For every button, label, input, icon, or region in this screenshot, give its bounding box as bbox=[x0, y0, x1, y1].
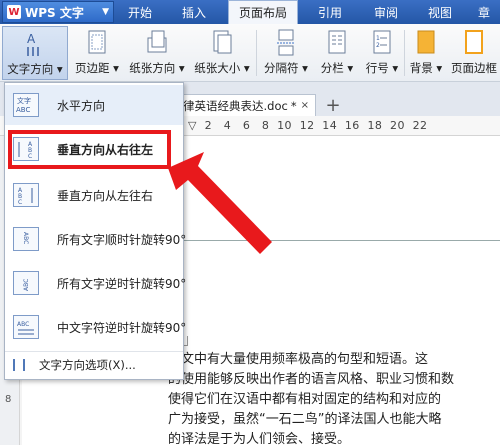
ribbon-toolbar: A 文字方向 ▾ 页边距 ▾ 纸张方向 ▾ 纸张大小 ▾ 分隔符 ▾ 分栏 ▾ … bbox=[0, 24, 500, 82]
modified-indicator: * bbox=[290, 98, 297, 113]
body-line: 广为接受，虽然“一石二鸟”的译法国人也能大略 bbox=[168, 412, 442, 427]
paper-size-icon bbox=[211, 28, 233, 56]
paper-size-button[interactable]: 纸张大小 ▾ bbox=[190, 26, 254, 80]
text-direction-icon: A bbox=[24, 29, 46, 57]
wps-logo-icon: W bbox=[7, 5, 21, 19]
menu-item-rotate-ccw[interactable]: ABC 所有文字逆时针旋转90° bbox=[5, 263, 187, 303]
background-icon bbox=[415, 28, 437, 56]
menu-item-horizontal[interactable]: 文字 ABC 水平方向 bbox=[5, 85, 183, 125]
tab-chapter[interactable]: 章 bbox=[470, 0, 498, 24]
background-button[interactable]: 背景 ▾ bbox=[406, 26, 446, 80]
app-menu-button[interactable]: W WPS 文字 ▼ bbox=[2, 1, 114, 23]
line-numbers-icon: 12 bbox=[371, 28, 393, 56]
breaks-label: 分隔符 bbox=[264, 61, 299, 75]
svg-text:2: 2 bbox=[376, 42, 380, 49]
tab-page-layout[interactable]: 页面布局 bbox=[228, 0, 298, 24]
svg-text:1: 1 bbox=[376, 35, 380, 42]
body-line: 的译法是于为人们领会、接受。 bbox=[168, 432, 351, 445]
svg-text:ABC: ABC bbox=[16, 106, 30, 114]
svg-text:ABC: ABC bbox=[23, 279, 30, 291]
margins-label: 页边距 bbox=[75, 61, 110, 75]
divider bbox=[404, 30, 405, 76]
annotation-highlight-box bbox=[8, 130, 171, 169]
chevron-down-icon: ▼ bbox=[102, 7, 109, 17]
orientation-button[interactable]: 纸张方向 ▾ bbox=[126, 26, 188, 80]
line-numbers-button[interactable]: 12 行号 ▾ bbox=[360, 26, 404, 80]
svg-text:ABC: ABC bbox=[22, 232, 29, 244]
svg-text:ABC: ABC bbox=[17, 321, 29, 328]
breaks-icon bbox=[275, 28, 297, 56]
horizontal-text-icon: 文字 ABC bbox=[13, 93, 39, 117]
menu-item-rotate-cw[interactable]: ABC 所有文字顺时针旋转90° bbox=[5, 219, 186, 259]
svg-text:文字: 文字 bbox=[17, 96, 31, 105]
orientation-label: 纸张方向 bbox=[129, 61, 176, 75]
close-tab-icon[interactable]: × bbox=[301, 100, 309, 111]
menu-item-vertical-ltr[interactable]: ABC 垂直方向从左往右 bbox=[5, 175, 183, 215]
rotate-cw-icon: ABC bbox=[13, 227, 39, 251]
tab-references[interactable]: 引用 bbox=[308, 0, 352, 24]
vruler-tick: 8 bbox=[5, 394, 12, 405]
margins-icon bbox=[86, 28, 108, 56]
new-tab-button[interactable]: + bbox=[322, 94, 344, 116]
paper-size-label: 纸张大小 bbox=[194, 61, 241, 75]
divider bbox=[256, 30, 257, 76]
columns-label: 分栏 bbox=[320, 61, 344, 75]
menu-item-label: 垂直方向从左往右 bbox=[57, 188, 154, 203]
tab-insert[interactable]: 插入 bbox=[172, 0, 216, 24]
margins-button[interactable]: 页边距 ▾ bbox=[72, 26, 122, 80]
background-label: 背景 bbox=[409, 61, 433, 75]
tab-home[interactable]: 开始 bbox=[118, 0, 162, 24]
text-options-icon bbox=[13, 358, 25, 371]
svg-text:C: C bbox=[18, 199, 22, 206]
document-body-text[interactable]: 英文中有大量使用频率极高的句型和短语。这 的使用能够反映出作者的语言风格、职业习… bbox=[168, 350, 500, 445]
columns-icon bbox=[326, 28, 348, 56]
cjk-rotate-ccw-icon: ABC bbox=[13, 315, 39, 339]
annotation-arrow-icon bbox=[168, 152, 272, 254]
menu-item-cjk-rotate-ccw[interactable]: ABC 中文字符逆时针旋转90° bbox=[5, 307, 187, 347]
menu-item-label: 水平方向 bbox=[57, 98, 106, 113]
line-numbers-label: 行号 bbox=[365, 61, 389, 75]
breaks-button[interactable]: 分隔符 ▾ bbox=[258, 26, 314, 80]
menu-item-label: 文字方向选项(X)... bbox=[39, 357, 136, 372]
ruler-ticks: ▽ 2 4 6 8 10 12 14 16 18 20 22 bbox=[188, 119, 428, 132]
rotate-ccw-icon: ABC bbox=[13, 271, 39, 295]
menu-item-label: 所有文字逆时针旋转90° bbox=[57, 276, 187, 291]
svg-text:A: A bbox=[27, 32, 36, 46]
text-direction-menu: 文字 ABC 水平方向 ABC 垂直方向从右往左 ABC 垂直方向从左往右 ABC… bbox=[4, 82, 187, 380]
text-direction-options-item[interactable]: 文字方向选项(X)... bbox=[5, 351, 183, 377]
columns-button[interactable]: 分栏 ▾ bbox=[314, 26, 360, 80]
body-line: 使得它们在汉语中都有相对固定的结构和对应的 bbox=[168, 392, 442, 407]
body-line: 英文中有大量使用频率极高的句型和短语。这 bbox=[168, 352, 429, 367]
vertical-ltr-icon: ABC bbox=[13, 183, 39, 207]
page-border-icon bbox=[463, 28, 485, 56]
menu-bar: W WPS 文字 ▼ 开始 插入 页面布局 引用 审阅 视图 章 bbox=[0, 0, 500, 24]
text-direction-label: 文字方向 bbox=[7, 62, 54, 76]
menu-item-label: 中文字符逆时针旋转90° bbox=[57, 320, 187, 335]
orientation-icon bbox=[146, 28, 168, 56]
body-line: 的使用能够反映出作者的语言风格、职业习惯和数 bbox=[168, 372, 455, 387]
tab-review[interactable]: 审阅 bbox=[364, 0, 408, 24]
document-tab[interactable]: 律英语经典表达.doc * × bbox=[178, 94, 316, 116]
document-tab-title: 律英语经典表达.doc bbox=[183, 98, 288, 113]
page-border-label: 页面边框 bbox=[451, 61, 497, 75]
app-name: WPS 文字 bbox=[25, 5, 84, 20]
page-border-button[interactable]: 页面边框 bbox=[448, 26, 500, 80]
text-direction-button[interactable]: A 文字方向 ▾ bbox=[2, 26, 68, 80]
tab-view[interactable]: 视图 bbox=[418, 0, 462, 24]
